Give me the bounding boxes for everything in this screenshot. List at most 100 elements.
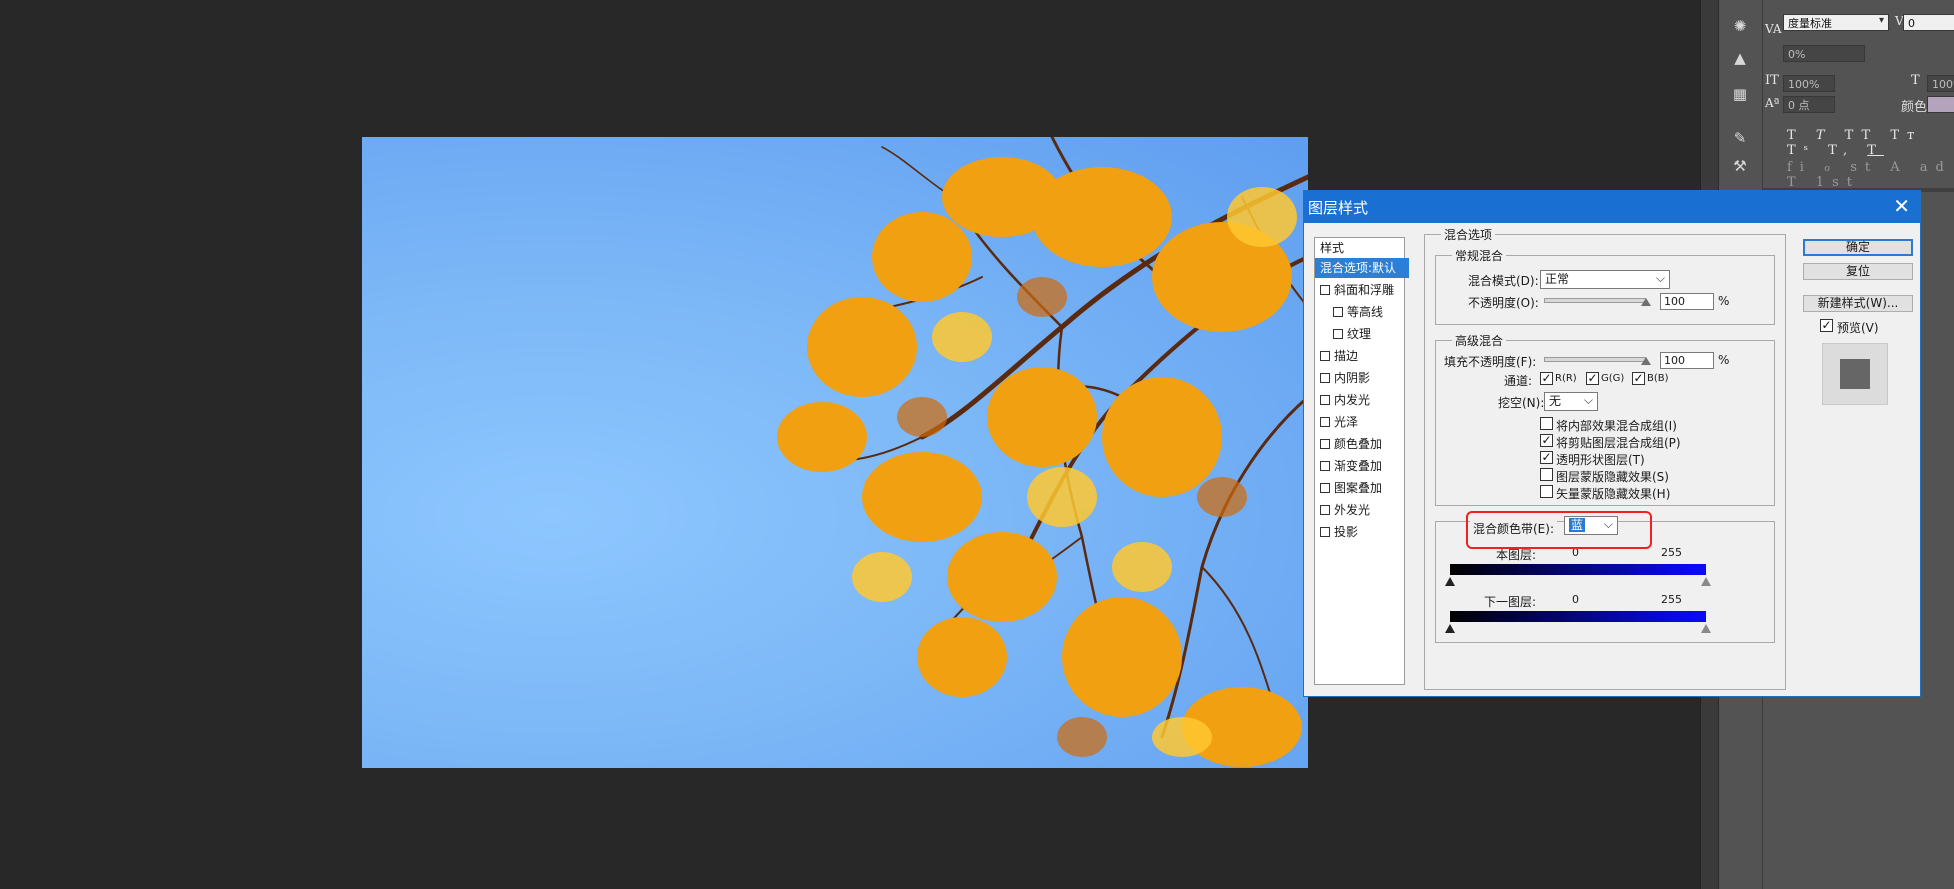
preview-checkbox[interactable]: ✓: [1820, 319, 1833, 332]
style-item[interactable]: 颜色叠加: [1315, 434, 1409, 454]
baseline-field[interactable]: 0 点: [1783, 96, 1835, 113]
reset-button[interactable]: 复位: [1803, 263, 1913, 280]
this-layer-gradient: [1450, 564, 1706, 575]
style-item-label: 描边: [1334, 349, 1359, 363]
style-item[interactable]: 光泽: [1315, 412, 1409, 432]
this-layer-high: 255: [1661, 546, 1682, 559]
channel-checkbox[interactable]: ✓: [1540, 372, 1553, 385]
style-item[interactable]: 纹理: [1315, 324, 1422, 344]
opacity-input[interactable]: 100: [1660, 293, 1714, 310]
baseline-value: 0 点: [1788, 99, 1810, 112]
advanced-option-checkbox[interactable]: [1540, 485, 1553, 498]
vertical-scale-icon: IT: [1765, 73, 1779, 88]
underlying-layer-high: 255: [1661, 593, 1682, 606]
new-style-button[interactable]: 新建样式(W)...: [1803, 295, 1913, 312]
style-item-label: 图案叠加: [1334, 481, 1383, 495]
general-blending-title: 常规混合: [1452, 249, 1507, 263]
levels-icon[interactable]: ▲: [1729, 48, 1751, 68]
fill-opacity-slider[interactable]: [1544, 357, 1646, 362]
style-item-checkbox[interactable]: [1320, 438, 1330, 449]
text-style-buttons[interactable]: T T TT Tт Tˢ T, T: [1787, 128, 1954, 158]
channel-checkbox[interactable]: ✓: [1632, 372, 1645, 385]
underlying-white-slider[interactable]: [1701, 624, 1711, 633]
advanced-option-checkbox[interactable]: ✓: [1540, 451, 1553, 464]
advanced-option-checkbox[interactable]: [1540, 417, 1553, 430]
style-item[interactable]: 外发光: [1315, 500, 1409, 520]
baseline-shift-percent-value: 0%: [1788, 48, 1806, 61]
style-item-label: 内发光: [1334, 393, 1371, 407]
layer-style-dialog: 图层样式 ✕ 样式 混合选项:默认斜面和浮雕 等高线 纹理描边内阴影内发光光泽颜色叠…: [1303, 190, 1921, 697]
style-item-checkbox[interactable]: [1320, 460, 1330, 471]
chevron-down-icon: ⌵: [1583, 393, 1593, 407]
style-list: 样式 混合选项:默认 斜面和浮雕 等高线 纹理 描边 内阴影 内发光 光泽 颜色叠加 渐变叠加 图案…: [1314, 237, 1409, 685]
style-item[interactable]: 等高线: [1315, 302, 1422, 322]
channel-label: G(G): [1601, 373, 1625, 384]
underlying-layer-low: 0: [1572, 593, 1579, 606]
style-item-label: 颜色叠加: [1334, 437, 1383, 451]
style-item[interactable]: 内发光: [1315, 390, 1409, 410]
this-layer-white-slider[interactable]: [1701, 577, 1711, 586]
style-item[interactable]: 混合选项:默认: [1315, 258, 1409, 278]
opacity-label: 不透明度(O):: [1468, 296, 1539, 310]
opacity-slider-thumb[interactable]: [1641, 298, 1651, 306]
style-item-label: 投影: [1334, 525, 1359, 539]
blend-mode-select[interactable]: 正常 ⌵: [1540, 270, 1670, 289]
style-item-checkbox[interactable]: [1333, 306, 1343, 317]
style-item-checkbox[interactable]: [1320, 284, 1330, 295]
advanced-option-label: 将剪贴图层混合成组(P): [1556, 436, 1681, 450]
style-item[interactable]: 描边: [1315, 346, 1409, 366]
channels-label: 通道:: [1504, 374, 1533, 388]
kerning-select-value: 度量标准: [1788, 17, 1832, 30]
underlying-layer-label: 下一图层:: [1484, 595, 1537, 609]
knockout-select[interactable]: 无 ⌵: [1544, 392, 1598, 411]
fill-opacity-input[interactable]: 100: [1660, 352, 1714, 369]
vertical-scale-field[interactable]: 100%: [1783, 75, 1835, 92]
style-item[interactable]: 内阴影: [1315, 368, 1409, 388]
brush-icon[interactable]: ✎: [1729, 128, 1751, 148]
style-item-checkbox[interactable]: [1320, 526, 1330, 537]
underlying-layer-gradient: [1450, 611, 1706, 622]
opentype-buttons[interactable]: fi ℴ st A ad T 1st: [1787, 160, 1954, 190]
brightness-icon[interactable]: ✺: [1729, 16, 1751, 36]
chevron-down-icon: ⌵: [1655, 271, 1665, 285]
style-item[interactable]: 图案叠加: [1315, 478, 1409, 498]
ok-button[interactable]: 确定: [1803, 239, 1913, 256]
advanced-blending-group: 高级混合 填充不透明度(F): 100 % 通道: ✓ R(R) ✓ G(G) ✓ B(B…: [1435, 334, 1775, 506]
kerning-select[interactable]: 度量标准: [1783, 14, 1889, 31]
style-item-checkbox[interactable]: [1320, 504, 1330, 515]
style-item-checkbox[interactable]: [1320, 372, 1330, 383]
horizontal-scale-value: 100%: [1932, 78, 1954, 91]
advanced-option-checkbox[interactable]: [1540, 468, 1553, 481]
advanced-option-checkbox[interactable]: ✓: [1540, 434, 1553, 447]
style-item-checkbox[interactable]: [1320, 482, 1330, 493]
style-item-checkbox[interactable]: [1320, 350, 1330, 361]
advanced-blending-title: 高级混合: [1452, 334, 1507, 348]
dialog-title-bar: 图层样式 ✕: [1304, 191, 1920, 223]
styles-header[interactable]: 样式: [1315, 238, 1409, 258]
baseline-shift-percent-field[interactable]: 0%: [1783, 45, 1865, 62]
fill-opacity-slider-thumb[interactable]: [1641, 357, 1651, 365]
text-color-swatch[interactable]: [1927, 96, 1954, 113]
advanced-option-label: 透明形状图层(T): [1556, 453, 1645, 467]
advanced-option-label: 矢量蒙版隐藏效果(H): [1556, 487, 1671, 501]
style-item-label: 混合选项:默认: [1320, 261, 1397, 275]
style-item-label: 渐变叠加: [1334, 459, 1383, 473]
style-item[interactable]: 投影: [1315, 522, 1409, 542]
style-item-checkbox[interactable]: [1333, 328, 1343, 339]
general-blending-group: 常规混合 混合模式(D): 正常 ⌵ 不透明度(O): 100 %: [1435, 249, 1775, 325]
horizontal-scale-field[interactable]: 100%: [1927, 75, 1954, 92]
this-layer-black-slider[interactable]: [1445, 577, 1455, 586]
opacity-slider[interactable]: [1544, 298, 1646, 303]
style-item[interactable]: 渐变叠加: [1315, 456, 1409, 476]
style-item-checkbox[interactable]: [1320, 394, 1330, 405]
style-item-checkbox[interactable]: [1320, 416, 1330, 427]
channel-checkbox[interactable]: ✓: [1586, 372, 1599, 385]
underlying-black-slider[interactable]: [1445, 624, 1455, 633]
style-item[interactable]: 斜面和浮雕: [1315, 280, 1409, 300]
tool-presets-icon[interactable]: ⚒: [1729, 156, 1751, 176]
close-icon[interactable]: ✕: [1893, 194, 1910, 218]
swatches-icon[interactable]: ▦: [1729, 84, 1751, 104]
horizontal-scale-icon: T: [1911, 73, 1920, 88]
blend-mode-label: 混合模式(D):: [1468, 274, 1539, 288]
tracking-field[interactable]: 0: [1903, 14, 1954, 31]
